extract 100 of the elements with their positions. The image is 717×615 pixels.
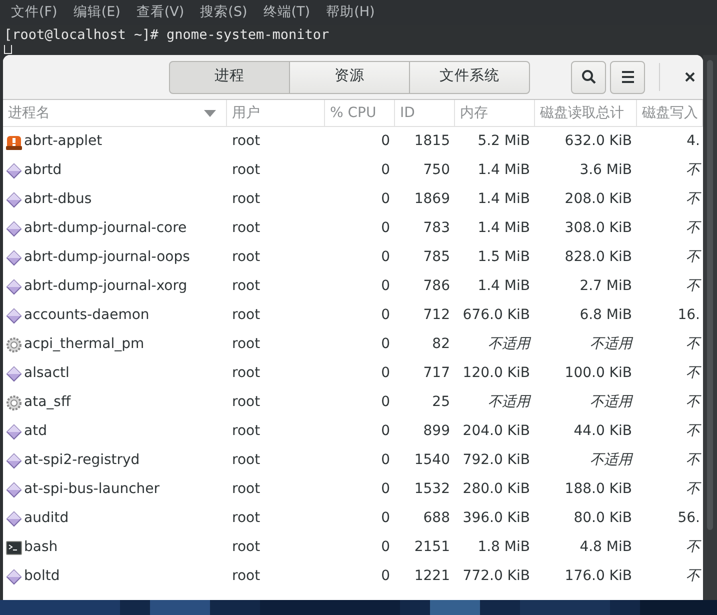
memory-usage: 204.0 KiB [462, 422, 530, 441]
tab[interactable]: 文件系统 [409, 60, 530, 94]
cpu-usage: 0 [381, 538, 390, 557]
menu-item[interactable]: 文件(F) [9, 2, 60, 23]
user: root [232, 538, 260, 557]
disk-read-total: 不适用 [590, 335, 632, 354]
diamond-icon [6, 192, 22, 208]
diamond-icon [6, 568, 22, 584]
disk-read-total: 828.0 KiB [564, 248, 632, 267]
diamond-icon [6, 510, 22, 526]
disk-write: 不 [686, 364, 700, 383]
process-id: 717 [423, 364, 450, 383]
disk-write: 不 [686, 248, 700, 267]
tab[interactable]: 资源 [289, 60, 410, 94]
menu-item[interactable]: 终端(T) [261, 2, 312, 23]
disk-read-total: 308.0 KiB [564, 219, 632, 238]
process-name: abrtd [24, 161, 62, 180]
disk-write: 不 [686, 393, 700, 412]
process-id: 1221 [414, 567, 450, 586]
cpu-usage: 0 [381, 567, 390, 586]
memory-usage: 280.0 KiB [462, 480, 530, 499]
disk-read-total: 4.8 MiB [580, 538, 632, 557]
process-name: bash [24, 538, 58, 557]
process-id: 25 [432, 393, 450, 412]
user: root [232, 248, 260, 267]
memory-usage: 1.4 MiB [478, 277, 530, 296]
process-name: acpi_thermal_pm [24, 335, 144, 354]
memory-usage: 不适用 [488, 393, 530, 412]
memory-usage: 不适用 [488, 335, 530, 354]
process-id: 1540 [414, 451, 450, 470]
disk-read-total: 6.8 MiB [580, 306, 632, 325]
disk-write: 不 [686, 480, 700, 499]
gear-icon [6, 336, 22, 352]
memory-usage: 1.4 MiB [478, 219, 530, 238]
cpu-usage: 0 [381, 132, 390, 151]
user: root [232, 567, 260, 586]
process-name: at-spi2-registryd [24, 451, 140, 470]
user: root [232, 335, 260, 354]
process-id: 712 [423, 306, 450, 325]
process-name: auditd [24, 509, 69, 528]
user: root [232, 509, 260, 528]
process-id: 82 [432, 335, 450, 354]
gear-icon [6, 394, 22, 410]
process-name: atd [24, 422, 47, 441]
memory-usage: 772.0 KiB [462, 567, 530, 586]
cpu-usage: 0 [381, 335, 390, 354]
cpu-usage: 0 [381, 190, 390, 209]
cpu-usage: 0 [381, 277, 390, 296]
process-name: abrt-dump-journal-oops [24, 248, 190, 267]
disk-write: 不 [686, 219, 700, 238]
user: root [232, 132, 260, 151]
disk-read-total: 208.0 KiB [564, 190, 632, 209]
diamond-icon [6, 366, 22, 382]
disk-write: 不 [686, 451, 700, 470]
process-id: 786 [423, 277, 450, 296]
process-id: 2151 [414, 538, 450, 557]
memory-usage: 5.2 MiB [478, 132, 530, 151]
menu-icon [620, 69, 636, 85]
sort-caret-icon [204, 110, 216, 117]
user: root [232, 277, 260, 296]
search-button[interactable] [571, 60, 606, 94]
cpu-usage: 0 [381, 393, 390, 412]
disk-read-total: 100.0 KiB [564, 364, 632, 383]
disk-write: 不 [686, 190, 700, 209]
user: root [232, 190, 260, 209]
memory-usage: 1.4 MiB [478, 161, 530, 180]
disk-write: 不 [686, 538, 700, 557]
process-name: accounts-daemon [24, 306, 150, 325]
process-id: 750 [423, 161, 450, 180]
disk-read-total: 3.6 MiB [580, 161, 632, 180]
disk-write: 16. [678, 306, 700, 325]
cpu-usage: 0 [381, 219, 390, 238]
process-name: at-spi-bus-launcher [24, 480, 160, 499]
menu-item[interactable]: 帮助(H) [324, 2, 377, 23]
cpu-usage: 0 [381, 306, 390, 325]
menu-button[interactable] [610, 60, 645, 94]
user: root [232, 219, 260, 238]
cpu-usage: 0 [381, 480, 390, 499]
diamond-icon [6, 452, 22, 468]
diamond-icon [6, 424, 22, 440]
menu-item[interactable]: 搜索(S) [198, 2, 250, 23]
disk-write: 不 [686, 277, 700, 296]
diamond-icon [6, 220, 22, 236]
process-name: boltd [24, 567, 60, 586]
cpu-usage: 0 [381, 161, 390, 180]
user: root [232, 161, 260, 180]
process-name: abrt-dump-journal-core [24, 219, 187, 238]
process-id: 783 [423, 219, 450, 238]
menu-item[interactable]: 编辑(E) [71, 2, 122, 23]
disk-read-total: 不适用 [590, 451, 632, 470]
cpu-usage: 0 [381, 509, 390, 528]
disk-write: 不 [686, 567, 700, 586]
memory-usage: 792.0 KiB [462, 451, 530, 470]
process-id: 688 [423, 509, 450, 528]
process-id: 1532 [414, 480, 450, 499]
memory-usage: 396.0 KiB [462, 509, 530, 528]
tab[interactable]: 进程 [169, 60, 290, 94]
disk-write: 不 [686, 422, 700, 441]
menu-item[interactable]: 查看(V) [134, 2, 186, 23]
diamond-icon [6, 278, 22, 294]
